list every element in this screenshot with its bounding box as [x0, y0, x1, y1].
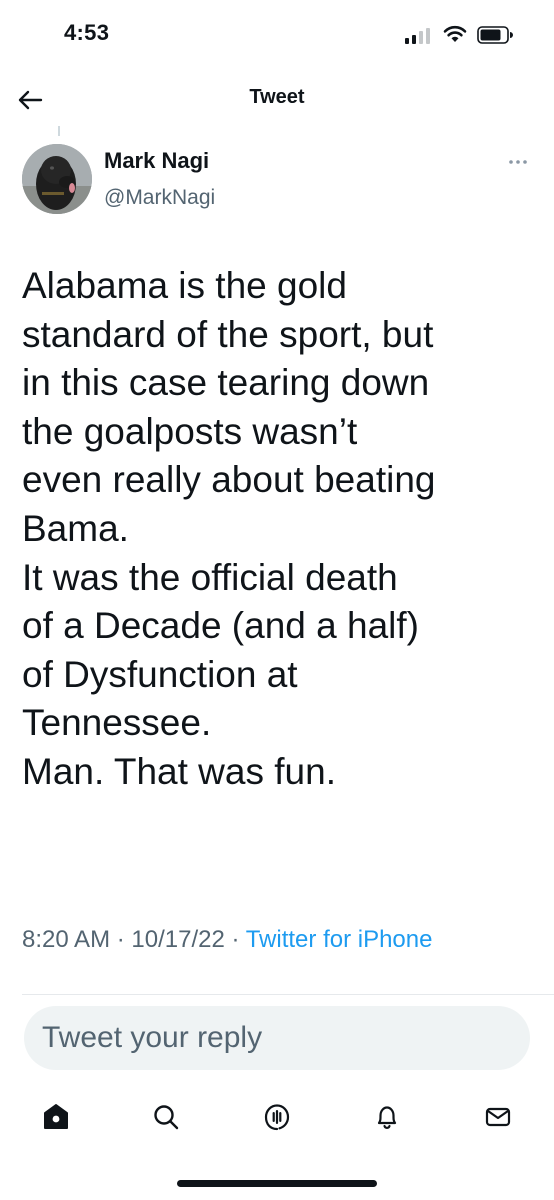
- more-options-icon[interactable]: [506, 152, 530, 172]
- notifications-icon: [377, 1106, 397, 1129]
- meta-separator: ·: [110, 926, 132, 953]
- tweet-date: 10/17/22: [131, 926, 225, 953]
- tweet-source-link[interactable]: Twitter for iPhone: [246, 926, 433, 953]
- tab-bar: [0, 1092, 554, 1142]
- tweet-text-line: Alabama is the gold: [22, 265, 347, 306]
- nav-header: Tweet: [0, 72, 554, 128]
- tweet-meta: 8:20 AM · 10/17/22 · Twitter for iPhone: [22, 922, 542, 958]
- tweet-time: 8:20 AM: [22, 926, 111, 953]
- tweet-text-line: It was the official death: [22, 556, 398, 598]
- tweet-text-line: of Dysfunction at: [22, 653, 298, 695]
- tab-home[interactable]: [31, 1092, 81, 1142]
- tweet-text-line: standard of the sport, but: [22, 313, 434, 355]
- avatar[interactable]: [22, 144, 92, 214]
- battery-icon: [477, 26, 513, 44]
- tweet-text: Alabama is the gold standard of the spor…: [22, 262, 542, 797]
- status-time: 4:53: [64, 20, 110, 45]
- tab-messages[interactable]: [473, 1092, 523, 1142]
- author-name[interactable]: Mark Nagi: [104, 148, 209, 174]
- tweet-text-line: even really about beating: [22, 459, 436, 501]
- search-icon: [154, 1105, 179, 1130]
- thread-connector-line: [58, 126, 60, 136]
- reply-input[interactable]: [24, 1006, 530, 1070]
- tweet-text-line: Bama.: [22, 507, 129, 549]
- status-bar: 4:53: [0, 0, 554, 72]
- spaces-icon: [264, 1104, 290, 1131]
- wifi-icon: [443, 25, 467, 42]
- reply-box: [24, 1006, 530, 1070]
- tweet-text-line: in this case tearing down: [22, 362, 430, 404]
- tab-spaces[interactable]: [252, 1092, 302, 1142]
- divider: [22, 994, 554, 995]
- tab-notifications[interactable]: [362, 1092, 412, 1142]
- author-handle[interactable]: @MarkNagi: [104, 186, 215, 210]
- tweet-text-line: Man. That was fun.: [22, 750, 336, 792]
- dog-avatar-image: [22, 144, 92, 214]
- cellular-signal-icon: [405, 28, 430, 44]
- page-title: Tweet: [249, 86, 305, 108]
- home-indicator[interactable]: [177, 1180, 377, 1187]
- tab-search[interactable]: [141, 1092, 191, 1142]
- home-icon: [44, 1104, 68, 1129]
- tweet-text-line: Tennessee.: [22, 702, 212, 744]
- tweet-detail-screen: 4:53 Tweet Mark Nagi @MarkNagi Alabama i…: [0, 0, 554, 1200]
- tweet-text-line: the goalposts wasn’t: [22, 410, 358, 452]
- meta-separator: ·: [224, 926, 246, 953]
- tweet-text-line: of a Decade (and a half): [22, 605, 419, 647]
- messages-icon: [485, 1107, 511, 1127]
